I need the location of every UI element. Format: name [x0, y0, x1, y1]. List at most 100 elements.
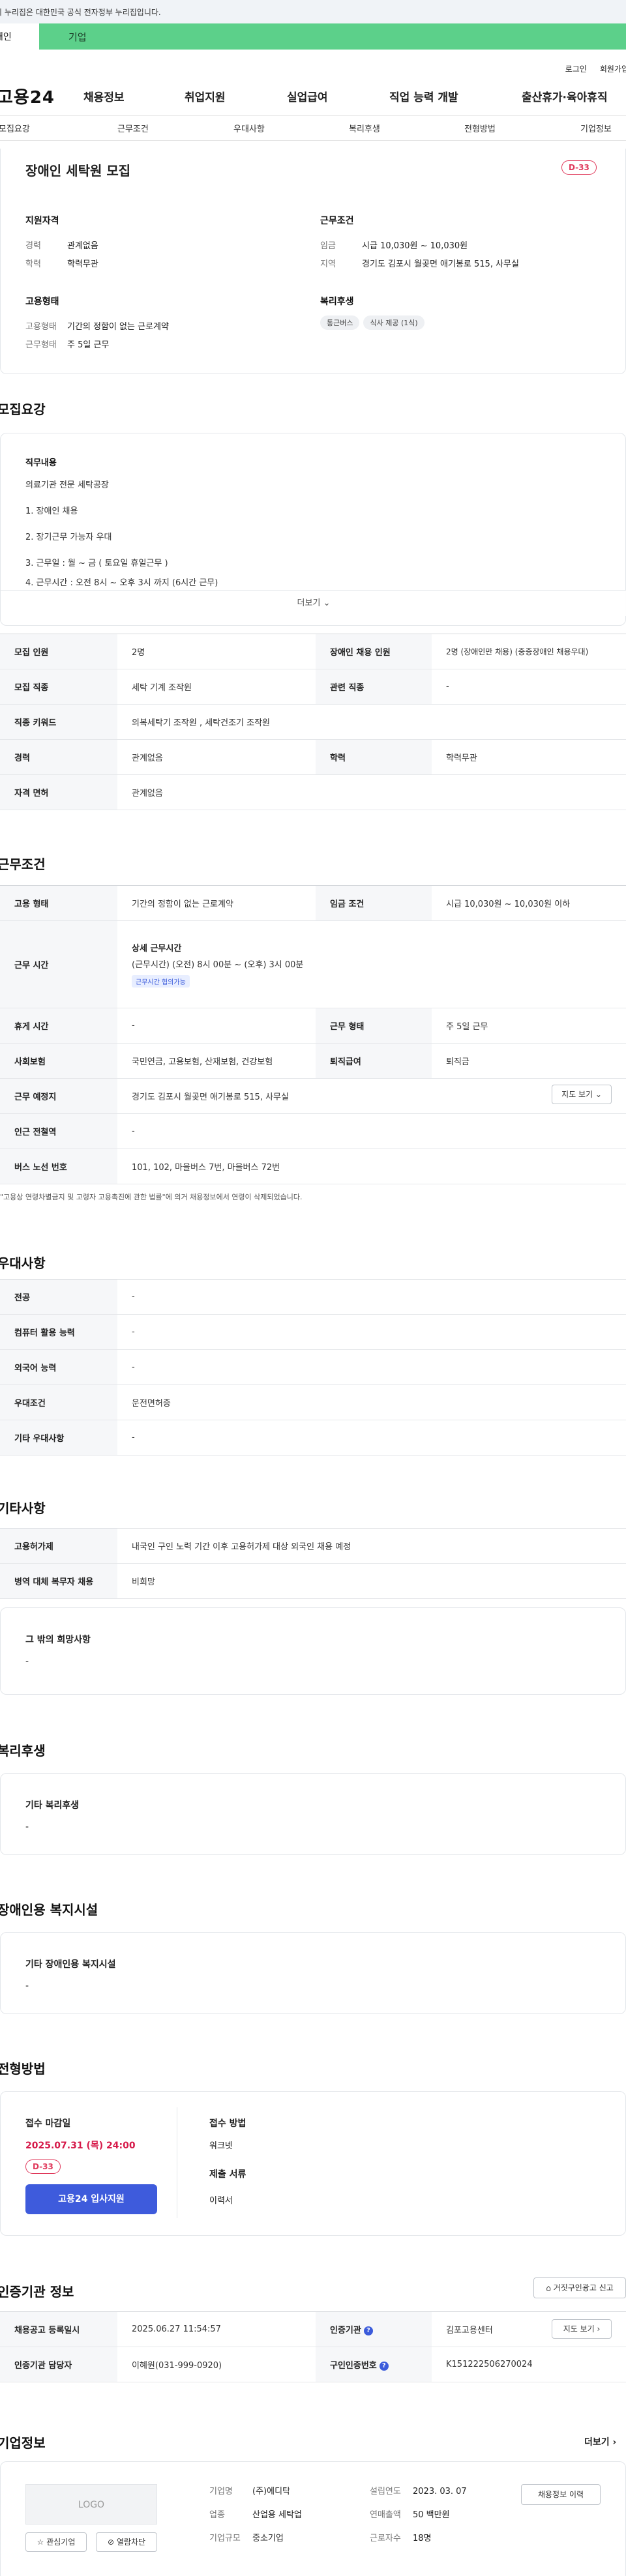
- work-table: 고용 형태 기간의 정함이 없는 근로계약 임금 조건 시급 10,030원 ~ 10…: [0, 885, 626, 1184]
- etc-table: 고용허가제 내국인 구인 노력 기간 이후 고용허가제 대상 외국인 채용 예정 …: [0, 1528, 626, 1599]
- table-row: 자격 면허 관계없음: [0, 774, 626, 810]
- subnav-pref[interactable]: 우대사항: [233, 122, 265, 134]
- table-row: 컴퓨터 활용 능력 -: [0, 1314, 626, 1350]
- favorite-company-button[interactable]: ☆ 관심기업: [25, 2532, 87, 2552]
- subnav-screening[interactable]: 전형방법: [464, 122, 496, 134]
- desc-line: 1. 장애인 채용: [25, 506, 78, 516]
- info-icon[interactable]: ?: [379, 2361, 389, 2371]
- work-hours-label: 상세 근무시간: [132, 944, 182, 954]
- table-row: 직종 키워드 의복세탁기 조작원 , 세탁건조기 조작원: [0, 704, 626, 740]
- tab-personal[interactable]: 개인: [0, 23, 39, 50]
- chevron-down-icon: ⌄: [323, 598, 331, 608]
- cert-table: 채용공고 등록일시 2025.06.27 11:54:57 인증기관? 김포고용센터 …: [0, 2311, 626, 2382]
- chevron-right-icon: ›: [612, 2437, 617, 2448]
- screening-card: 접수 마감일 2025.07.31 (목) 24:00 D-33 고용24 입사…: [0, 2091, 626, 2236]
- table-row: 휴게 시간 - 근무 형태 주 5일 근무: [0, 1008, 626, 1044]
- hope-value: -: [25, 1656, 29, 1667]
- site-logo[interactable]: 고용24: [0, 84, 81, 108]
- table-row: 인증기관 담당자 이혜원(031-999-0920) 구인인증번호? K1512225…: [0, 2347, 626, 2382]
- table-row: 모집 인원 2명 장애인 채용 인원 2명 (장애인만 채용) (중증장애인 채용우대…: [0, 634, 626, 669]
- qual-row-career: 경력 관계없음: [25, 241, 98, 251]
- home-icon: ⌂: [546, 2283, 551, 2292]
- table-row: 인근 전철역 -: [0, 1113, 626, 1149]
- subnav-company[interactable]: 기업정보: [580, 122, 612, 134]
- gnb-item-benefit[interactable]: 실업급여: [287, 88, 328, 104]
- section-title-pref: 우대사항: [0, 1255, 46, 1271]
- company-more-link[interactable]: 더보기 ›: [584, 2435, 616, 2448]
- global-nav: 고용24 채용정보 취업지원 실업급여 직업 능력 개발 출산휴가·육아휴직: [0, 77, 626, 116]
- desc-line: 의료기관 전문 세탁공장: [25, 480, 109, 490]
- age-note: "고용상 연령차별금지 및 고령자 고용촉진에 관한 법률"에 의거 채용정보에…: [0, 1193, 303, 1201]
- job-title: 장애인 세탁원 모집: [25, 163, 131, 179]
- table-row: 사회보험 국민연금, 고용보험, 산재보험, 건강보험 퇴직급여 퇴직금: [0, 1043, 626, 1079]
- deadline-label: 접수 마감일: [25, 2118, 71, 2129]
- subnav-welfare[interactable]: 복리후생: [349, 122, 380, 134]
- method-value: 워크넷: [209, 2141, 233, 2151]
- cond-row-region: 지역 경기도 김포시 월곶면 애기봉로 515, 사무실: [320, 259, 519, 269]
- more-button[interactable]: 더보기 ⌄: [1, 590, 626, 616]
- disability-label: 기타 장애인용 복지시설: [25, 1959, 116, 1970]
- welfare-chip: 통근버스: [320, 315, 360, 330]
- section-title-welfare: 복리후생: [0, 1743, 46, 1759]
- subnav-recruit[interactable]: 모집요강: [0, 122, 30, 134]
- company-logo: LOGO: [25, 2484, 157, 2525]
- chevron-right-icon: ›: [597, 2324, 601, 2334]
- emp-row-shift: 근무형태 주 5일 근무: [25, 340, 110, 350]
- cond-row-wage: 임금 시급 10,030원 ~ 10,030원: [320, 241, 468, 251]
- tab-business[interactable]: 기업: [39, 23, 626, 50]
- desc-label: 직무내용: [25, 458, 57, 468]
- screening-dday-badge: D-33: [25, 2159, 61, 2174]
- recruit-history-button[interactable]: 채용정보 이력: [521, 2484, 601, 2505]
- login-link[interactable]: 로그인: [565, 63, 587, 74]
- table-row: 모집 직종 세탁 기계 조작원 관련 직종 -: [0, 669, 626, 705]
- docs-value: 이력서: [209, 2196, 233, 2206]
- cert-map-button[interactable]: 지도 보기 ›: [552, 2319, 612, 2339]
- map-view-button[interactable]: 지도 보기 ⌄: [552, 1085, 612, 1104]
- gnb-item-training[interactable]: 직업 능력 개발: [389, 88, 458, 104]
- job-description-card: 직무내용 의료기관 전문 세탁공장 1. 장애인 채용 2. 장기근무 가능자 …: [0, 433, 626, 626]
- welfare-label: 복리후생: [320, 297, 354, 307]
- table-row: 전공 -: [0, 1279, 626, 1315]
- table-row: 고용 형태 기간의 정함이 없는 근로계약 임금 조건 시급 10,030원 ~ 10…: [0, 885, 626, 921]
- work-hours-detail: (근무시간) (오전) 8시 00분 ~ (오후) 3시 00분: [132, 960, 304, 970]
- table-row: 고용허가제 내국인 구인 노력 기간 이후 고용허가제 대상 외국인 채용 예정: [0, 1528, 626, 1564]
- table-row: 병역 대체 복무자 채용 비희망: [0, 1563, 626, 1599]
- gnb-item-support[interactable]: 취업지원: [185, 88, 226, 104]
- subnav-work[interactable]: 근무조건: [117, 122, 149, 134]
- section-title-disability: 장애인용 복지시설: [0, 1902, 98, 1918]
- hope-label: 그 밖의 희망사항: [25, 1635, 91, 1645]
- section-title-work: 근무조건: [0, 856, 46, 872]
- disability-card: 기타 장애인용 복지시설 -: [0, 1932, 626, 2014]
- welfare-etc-label: 기타 복리후생: [25, 1800, 80, 1811]
- table-row: 버스 노선 번호 101, 102, 마을버스 7번, 마을버스 72번: [0, 1149, 626, 1184]
- section-title-recruit: 모집요강: [0, 402, 46, 417]
- desc-line: 2. 장기근무 가능자 우대: [25, 533, 112, 542]
- section-title-company: 기업정보: [0, 2435, 46, 2451]
- block-view-button[interactable]: ⊘ 열람차단: [96, 2532, 157, 2552]
- welfare-card: 기타 복리후생 -: [0, 1773, 626, 1855]
- gov-banner: 이 누리집은 대한민국 공식 전자정부 누리집입니다.: [0, 0, 626, 23]
- employment-label: 고용형태: [25, 297, 59, 307]
- info-icon[interactable]: ?: [363, 2326, 373, 2335]
- welfare-chips: 통근버스 식사 제공 (1식): [320, 315, 428, 330]
- signup-link[interactable]: 회원가입: [600, 63, 626, 74]
- docs-label: 제출 서류: [209, 2169, 246, 2180]
- gnb-item-jobs[interactable]: 채용정보: [83, 88, 125, 104]
- gov-banner-text: 이 누리집은 대한민국 공식 전자정부 누리집입니다.: [0, 7, 161, 17]
- company-row: 업종 산업용 세탁업 연매출액 50 백만원: [209, 2510, 450, 2520]
- company-row: 기업규모 중소기업 근로자수 18명: [209, 2534, 432, 2543]
- top-tabs: 개인 기업: [0, 23, 626, 50]
- hours-negotiable-badge: 근무시간 협의가능: [132, 975, 190, 988]
- table-row: 채용공고 등록일시 2025.06.27 11:54:57 인증기관? 김포고용센터: [0, 2311, 626, 2347]
- welfare-chip: 식사 제공 (1식): [363, 315, 425, 330]
- table-row: 경력 관계없음 학력 학력무관: [0, 739, 626, 775]
- gnb-item-leave[interactable]: 출산휴가·육아휴직: [522, 88, 608, 104]
- emp-row-type: 고용형태 기간의 정함이 없는 근로계약: [25, 322, 169, 332]
- apply-button[interactable]: 고용24 입사지원: [25, 2184, 157, 2214]
- pref-table: 전공 - 컴퓨터 활용 능력 - 외국어 능력 - 우대조건 운전면허증 기타 우대사항…: [0, 1279, 626, 1456]
- deadline-date: 2025.07.31 (목) 24:00: [25, 2141, 136, 2151]
- job-summary-card: 장애인 세탁원 모집 D-33 지원자격 경력 관계없음 학력 학력무관 근무조건 …: [0, 149, 626, 374]
- company-row: 기업명 (주)에디탁 설립연도 2023. 03. 07: [209, 2487, 467, 2496]
- company-card: LOGO ☆ 관심기업 ⊘ 열람차단 기업명 (주)에디탁 설립연도 2023. 03…: [0, 2461, 626, 2576]
- report-fake-ad-button[interactable]: ⌂ 거짓구인광고 신고: [533, 2277, 626, 2298]
